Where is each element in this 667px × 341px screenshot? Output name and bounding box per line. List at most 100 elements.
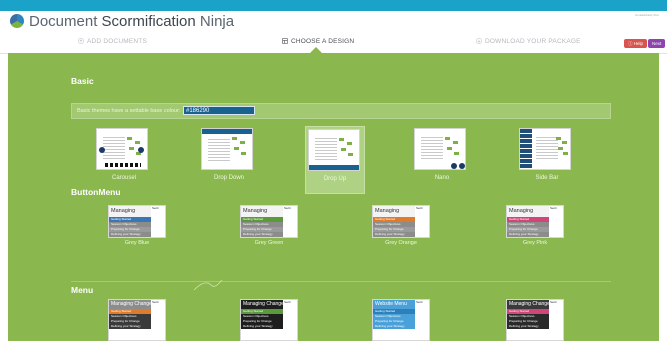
doc-chart [232,137,248,159]
step-choose-design[interactable]: CHOOSE A DESIGN [282,38,354,45]
card-row: Defining your Strategy [373,324,419,329]
step-add-documents-label: ADD DOCUMENTS [87,38,148,45]
active-step-pointer [310,47,322,53]
theme-label: Drop Down [213,175,244,181]
step-download-package[interactable]: DOWNLOAD YOUR PACKAGE [476,38,581,45]
card-side-text: Secti [151,206,165,237]
support-link[interactable]: Contact/Help Tour [635,13,659,17]
theme-label: Grey Orange [385,240,417,246]
menu-theme-card[interactable]: Website Menu Getting Started Session Obj… [372,299,430,341]
carousel-dots [105,163,141,167]
carousel-next-icon [138,147,144,153]
app-title: Document Scormification Ninja [29,13,234,30]
section-title-buttonmenu: ButtonMenu [71,187,121,197]
doc-chart [339,138,355,160]
theme-thumbnail: Managing Change Getting Started Session … [372,205,430,238]
app-title-bold: Scormification [101,13,196,30]
dropdown-topbar [202,129,252,134]
help-button-label: Help [633,41,644,46]
app-title-end: Ninja [195,13,235,30]
help-icon: ⓘ [628,41,633,46]
theme-grey-green[interactable]: Managing Change Getting Started Session … [240,205,298,247]
theme-label: Carousel [111,175,136,181]
base-colour-bar: Basic themes have a settable base colour… [71,103,611,119]
app-header: Document Scormification Ninja Contact/He… [0,11,667,32]
card-side-text: Secti [415,206,429,237]
theme-drop-down[interactable]: Drop Down [199,126,259,194]
base-colour-input[interactable]: #186290 [183,106,255,115]
theme-label: Grey Green [254,240,284,246]
doc-preview [103,135,125,161]
app-title-light: Document [29,13,102,30]
theme-side-bar[interactable]: Side Bar [517,126,577,194]
card-title: Managing Change [109,206,155,225]
theme-grey-orange[interactable]: Managing Change Getting Started Session … [372,205,430,247]
dropup-bottombar [309,165,359,170]
card-side-text: Secti [549,300,563,340]
sidebar-preview [520,129,532,169]
theme-thumbnail [201,128,253,170]
app-frame: Document Scormification Ninja Contact/He… [0,11,667,341]
card-row: Defining your Strategy [109,232,155,237]
theme-label: Side Bar [535,175,559,181]
card-title: Managing Change [373,206,419,225]
theme-drop-up[interactable]: Drop Up [305,126,365,194]
card-title: Managing Change [507,206,553,225]
card-row: Defining your Strategy [507,232,553,237]
browser-topbar [0,0,667,11]
next-button[interactable]: Next [648,39,666,48]
design-panel: Basic Basic themes have a settable base … [8,53,659,341]
theme-grey-blue[interactable]: Managing Change Getting Started Session … [108,205,166,247]
theme-thumbnail: Managing Change Getting Started Session … [240,205,298,238]
step-choose-design-label: CHOOSE A DESIGN [291,38,355,45]
wizard-steps: ADD DOCUMENTS CHOOSE A DESIGN DOWNLOAD Y… [0,32,667,54]
card-side-text: Secti [549,206,563,237]
download-icon [476,38,482,44]
carousel-prev-icon [99,147,105,153]
menu-theme-card[interactable]: Managing Change Getting Started Session … [506,299,564,341]
theme-label: Grey Blue [124,240,150,246]
theme-thumbnail [414,128,466,170]
menu-theme-card[interactable]: Managing Change Getting Started Session … [240,299,298,341]
card-title: Managing Change [507,300,553,309]
step-download-package-label: DOWNLOAD YOUR PACKAGE [485,38,581,45]
theme-thumbnail: Managing Change Getting Started Session … [108,205,166,238]
card-row: Defining your Strategy [241,232,287,237]
app-logo-icon [10,14,24,28]
theme-label: Nano [434,175,450,181]
card-title: Website Menu [373,300,419,309]
step-add-documents[interactable]: ADD DOCUMENTS [78,38,147,45]
theme-thumbnail [96,128,148,170]
card-side-text: Secti [415,300,429,340]
card-side-text: Secti [151,300,165,340]
theme-nano[interactable]: Nano [412,126,472,194]
nano-prev-icon [451,163,457,169]
theme-label: Grey Pink [522,240,548,246]
card-row: Defining your Strategy [373,232,419,237]
theme-carousel[interactable]: Carousel [94,126,154,194]
card-side-text: Secti [283,300,297,340]
doc-preview [421,135,443,161]
card-title: Managing Change [109,300,155,309]
card-side-text: Secti [283,206,297,237]
card-title: Managing Change [241,300,287,309]
doc-preview [208,137,230,163]
doc-preview [536,135,558,161]
theme-grey-pink[interactable]: Managing Change Getting Started Session … [506,205,564,247]
doc-chart [445,137,461,159]
card-row: Defining your Strategy [507,324,553,329]
help-button[interactable]: ⓘ Help [624,39,648,48]
section-title-basic: Basic [71,76,94,86]
nano-next-icon [459,163,465,169]
doc-chart [556,137,570,159]
card-title: Managing Change [241,206,287,225]
card-row: Defining your Strategy [241,324,287,329]
design-icon [282,38,288,44]
menu-theme-card[interactable]: Managing Change Getting Started Session … [108,299,166,341]
section-title-menu: Menu [71,285,94,295]
upload-icon [78,38,84,44]
theme-thumbnail: Managing Change Getting Started Session … [506,205,564,238]
theme-thumbnail [519,128,571,170]
theme-thumbnail [308,129,360,171]
section-divider [71,281,611,282]
